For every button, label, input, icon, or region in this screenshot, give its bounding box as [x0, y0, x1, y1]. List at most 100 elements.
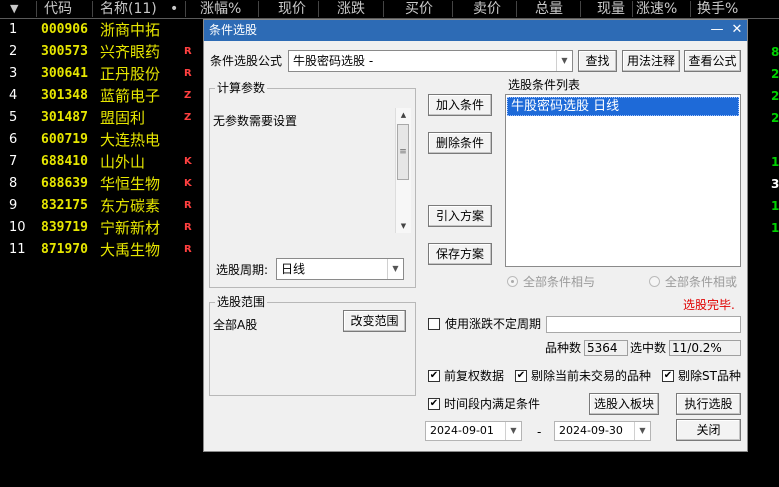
selected-value: 11/0.2% — [669, 340, 741, 356]
forward-adjust-checkbox[interactable]: ✔ — [428, 370, 440, 382]
stock-tag: K — [184, 156, 192, 167]
selected-label: 选中数 — [630, 341, 667, 355]
stock-tag: R — [184, 222, 192, 233]
header-menu-arrow-icon[interactable]: ▼ — [10, 0, 18, 18]
header-divider — [318, 1, 319, 17]
row-number: 11 — [9, 242, 26, 257]
stock-name: 盟固利 — [100, 109, 146, 127]
exclude-nontrading-checkbox[interactable]: ✔ — [515, 370, 527, 382]
row-number: 2 — [9, 44, 18, 59]
forward-adjust-label: 前复权数据 — [444, 369, 505, 383]
stock-tag: Z — [184, 90, 192, 101]
stock-name: 兴齐眼药 — [100, 43, 161, 61]
header-divider — [258, 1, 259, 17]
chevron-down-icon[interactable]: ▼ — [387, 259, 403, 279]
date-from-picker[interactable]: 2024-09-01 ▼ — [425, 421, 522, 441]
truncated-value: 1 — [771, 221, 779, 235]
add-to-block-button[interactable]: 选股入板块 — [589, 393, 659, 415]
delete-condition-button[interactable]: 删除条件 — [428, 132, 492, 154]
truncated-value: 2 — [771, 111, 779, 125]
stock-name: 大连热电 — [100, 131, 161, 149]
exclude-nontrading-label: 剔除当前未交易的品种 — [531, 369, 652, 383]
col-header-speed[interactable]: 涨速% — [636, 0, 677, 18]
find-button[interactable]: 查找 — [578, 50, 617, 72]
col-header-price[interactable]: 现价 — [278, 0, 306, 18]
stock-code: 688639 — [41, 176, 88, 191]
uncertain-period-input[interactable] — [546, 316, 741, 333]
stock-tag: Z — [184, 112, 192, 123]
or-radio[interactable] — [649, 276, 660, 287]
truncated-value: 2 — [771, 89, 779, 103]
scope-group-title: 选股范围 — [215, 295, 268, 309]
col-header-bid[interactable]: 买价 — [405, 0, 433, 18]
stock-code: 839719 — [41, 220, 88, 235]
stock-code: 600719 — [41, 132, 88, 147]
stock-code: 301348 — [41, 88, 88, 103]
run-selection-button[interactable]: 执行选股 — [676, 393, 741, 415]
and-radio[interactable] — [507, 276, 518, 287]
period-select[interactable]: 日线 ▼ — [276, 258, 404, 280]
row-number: 10 — [9, 220, 26, 235]
stock-name: 浙商中拓 — [100, 21, 161, 39]
stock-code: 871970 — [41, 242, 88, 257]
stock-name: 宁新新材 — [100, 219, 161, 237]
add-condition-button[interactable]: 加入条件 — [428, 94, 492, 116]
chevron-down-icon[interactable]: ▼ — [634, 422, 650, 440]
stock-tag: R — [184, 68, 192, 79]
date-to-picker[interactable]: 2024-09-30 ▼ — [554, 421, 651, 441]
col-header-change[interactable]: 涨跌 — [337, 0, 365, 18]
stock-code: 300641 — [41, 66, 88, 81]
condition-stock-picker-dialog: 条件选股 — ✕ 条件选股公式 牛股密码选股 - ▼ 查找 用法注释 查看公式 … — [203, 19, 748, 452]
truncated-value: 3 — [771, 177, 779, 191]
close-button[interactable]: 关闭 — [676, 419, 741, 441]
period-label: 选股周期: — [216, 263, 269, 277]
col-header-code[interactable]: 代码 — [44, 0, 72, 18]
list-item[interactable]: 牛股密码选股 日线 — [507, 97, 739, 116]
stock-code: 000906 — [41, 22, 88, 37]
col-header-turnover[interactable]: 换手% — [697, 0, 738, 18]
header-divider — [516, 1, 517, 17]
close-icon[interactable]: ✕ — [729, 22, 745, 38]
formula-label: 条件选股公式 — [210, 54, 283, 68]
usage-notes-button[interactable]: 用法注释 — [622, 50, 680, 72]
view-formula-button[interactable]: 查看公式 — [684, 50, 741, 72]
import-plan-button[interactable]: 引入方案 — [428, 205, 492, 227]
stock-name: 东方碳素 — [100, 197, 161, 215]
header-divider — [690, 1, 691, 17]
stock-tag: R — [184, 46, 192, 57]
uncertain-period-checkbox[interactable] — [428, 318, 440, 330]
col-header-name[interactable]: 名称(11) — [100, 0, 157, 18]
list-header: ▼ 代码 名称(11) • 涨幅% 现价 涨跌 买价 卖价 总量 现量 涨速% … — [0, 0, 779, 19]
change-scope-button[interactable]: 改变范围 — [343, 310, 406, 332]
header-divider — [632, 1, 633, 17]
scroll-up-icon[interactable]: ▲ — [396, 108, 411, 122]
chevron-down-icon[interactable]: ▼ — [505, 422, 521, 440]
uncertain-period-label: 使用涨跌不定周期 — [445, 317, 542, 331]
row-number: 6 — [9, 132, 18, 147]
params-scrollbar[interactable]: ▲ ≡ ▼ — [395, 108, 411, 233]
minimize-icon[interactable]: — — [709, 22, 725, 38]
condition-list[interactable]: 牛股密码选股 日线 — [505, 94, 741, 267]
date-from-value: 2024-09-01 — [430, 424, 494, 437]
row-number: 9 — [9, 198, 18, 213]
stock-tag: R — [184, 244, 192, 255]
col-header-change-pct[interactable]: 涨幅% — [200, 0, 241, 18]
stock-tag: K — [184, 178, 192, 189]
col-header-ask[interactable]: 卖价 — [473, 0, 501, 18]
chevron-down-icon[interactable]: ▼ — [556, 51, 572, 71]
col-header-cur-volume[interactable]: 现量 — [597, 0, 625, 18]
col-header-volume[interactable]: 总量 — [535, 0, 563, 18]
stock-name: 蓝箭电子 — [100, 87, 161, 105]
header-divider — [92, 1, 93, 17]
row-number: 3 — [9, 66, 18, 81]
exclude-st-checkbox[interactable]: ✔ — [662, 370, 674, 382]
period-condition-checkbox[interactable]: ✔ — [428, 398, 440, 410]
row-number: 8 — [9, 176, 18, 191]
formula-select[interactable]: 牛股密码选股 - ▼ — [288, 50, 573, 72]
list-item-label: 牛股密码选股 日线 — [511, 99, 620, 114]
save-plan-button[interactable]: 保存方案 — [428, 243, 492, 265]
dialog-title-bar[interactable]: 条件选股 — ✕ — [204, 20, 747, 41]
scroll-down-icon[interactable]: ▼ — [396, 219, 411, 233]
scrollbar-thumb[interactable]: ≡ — [397, 124, 409, 180]
col-header-dot[interactable]: • — [170, 0, 178, 18]
